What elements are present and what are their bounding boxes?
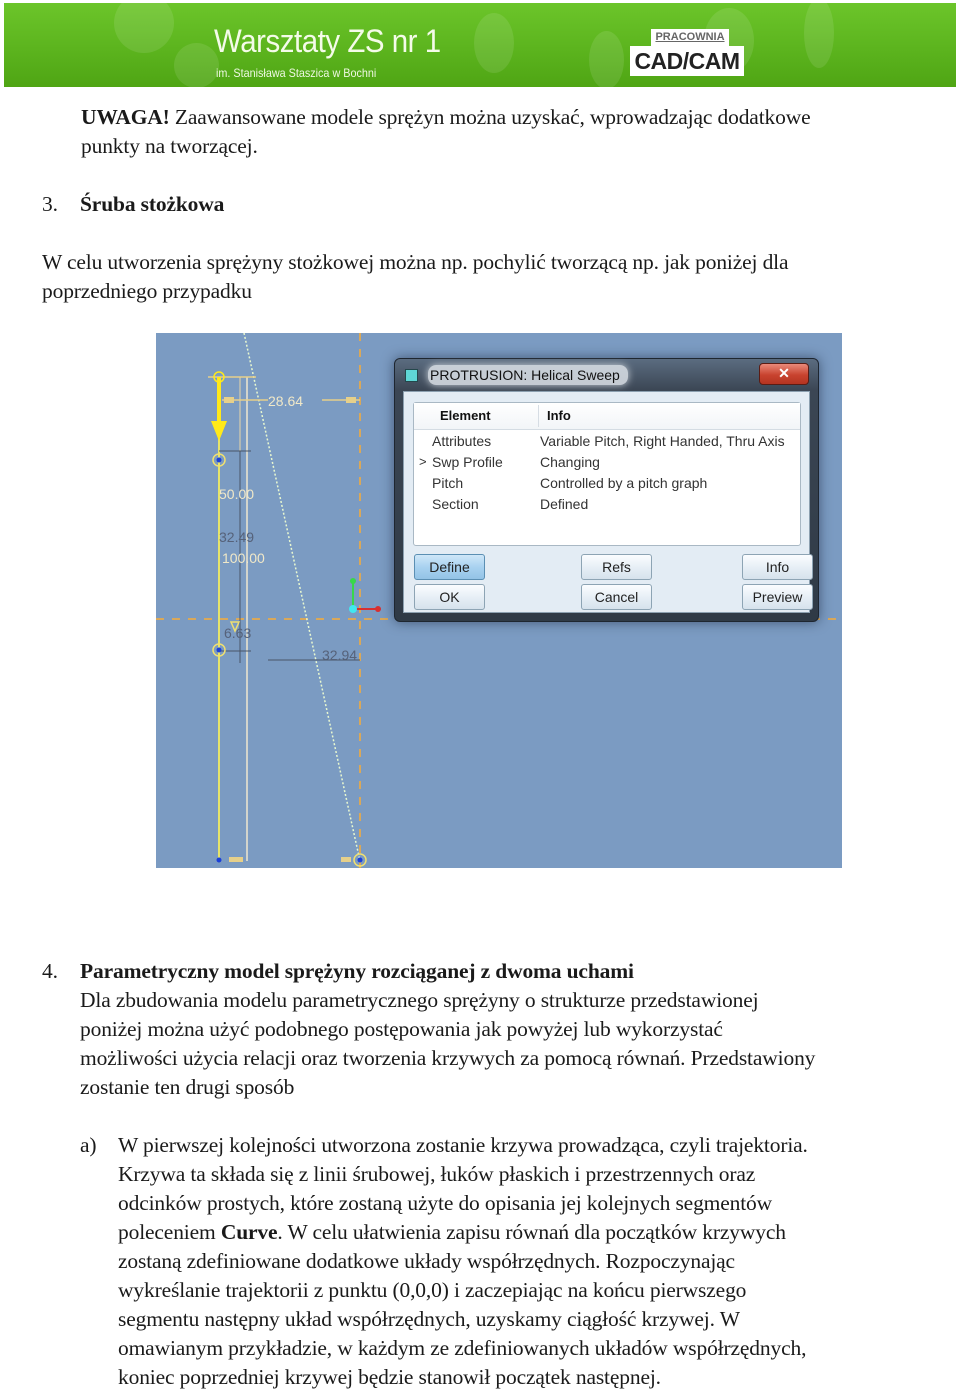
section-4-text-line: zostanie ten drugi sposób: [80, 1075, 295, 1099]
item-a-line: koniec poprzedniej krzywej będzie stanow…: [118, 1365, 661, 1389]
define-button[interactable]: Define: [414, 554, 485, 580]
decor-bubble: [114, 3, 174, 53]
dimension-100: 100.00: [222, 550, 265, 566]
item-a-line: zostaną zdefiniowane dodatkowe układy ws…: [118, 1249, 735, 1273]
lab-badge-label: PRACOWNIA: [651, 29, 729, 46]
note-label: UWAGA!: [81, 105, 170, 129]
list-row-swp-profile[interactable]: > Swp Profile Changing: [414, 453, 800, 474]
item-a-line: segmentu następny układ współrzędnych, u…: [118, 1307, 740, 1331]
row-element: Pitch: [432, 475, 464, 491]
csys-origin: [349, 605, 357, 613]
list-row-attributes[interactable]: Attributes Variable Pitch, Right Handed,…: [414, 432, 800, 453]
section-3-text-line2: poprzedniego przypadku: [42, 279, 252, 303]
list-row-pitch[interactable]: Pitch Controlled by a pitch graph: [414, 474, 800, 495]
column-header-info[interactable]: Info: [547, 408, 571, 423]
note-paragraph-line2: punkty na tworzącej.: [81, 134, 258, 158]
dimension-arrow: [346, 397, 356, 403]
refs-button[interactable]: Refs: [581, 554, 652, 580]
csys-x-tip: [375, 606, 381, 612]
window-icon: [405, 369, 418, 382]
item-a-line: omawianym przykładzie, w każdym ze zdefi…: [118, 1336, 807, 1360]
dialog-titlebar[interactable]: PROTRUSION: Helical Sweep ✕: [395, 359, 818, 389]
list-header: Element Info: [414, 403, 800, 430]
helical-sweep-dialog: PROTRUSION: Helical Sweep ✕ Element Info…: [394, 358, 819, 622]
decor-bubble: [474, 13, 514, 73]
ok-button[interactable]: OK: [414, 584, 485, 610]
list-item-marker-a: a): [80, 1133, 97, 1157]
header-banner: Warsztaty ZS nr 1 im. Stanisława Staszic…: [4, 3, 956, 87]
note-paragraph-line1: UWAGA! Zaawansowane modele sprężyn można…: [81, 103, 811, 132]
dimension-arrow: [229, 857, 243, 862]
site-subtitle: im. Stanisława Staszica w Bochni: [216, 66, 377, 80]
row-element: Section: [432, 496, 479, 512]
decor-bubble: [804, 3, 834, 68]
sketch-point-dot: [216, 857, 222, 863]
section-4-number: 4.: [42, 959, 58, 983]
column-header-element[interactable]: Element: [440, 408, 491, 423]
dialog-body: Element Info Attributes Variable Pitch, …: [403, 391, 813, 613]
row-info: Defined: [540, 496, 589, 512]
decor-bubble: [589, 31, 624, 87]
decor-bubble: [174, 43, 219, 87]
sketch-point-dot: [216, 647, 222, 653]
lab-badge-title: CAD/CAM: [630, 46, 744, 76]
section-3-text-line1: W celu utworzenia sprężyny stożkowej moż…: [42, 250, 789, 274]
section-4-text-line: Dla zbudowania modelu parametrycznego sp…: [80, 988, 759, 1012]
row-info: Controlled by a pitch graph: [540, 475, 708, 491]
item-a-text: poleceniem: [118, 1220, 221, 1244]
note-text: Zaawansowane modele sprężyn można uzyska…: [169, 105, 811, 129]
dimension-6-63: 6.63: [224, 625, 252, 641]
cancel-button[interactable]: Cancel: [581, 584, 652, 610]
generatrix-line: [243, 333, 361, 862]
section-4-text-line: poniżej można użyć podobnego postępowani…: [80, 1017, 723, 1041]
list-row-section[interactable]: Section Defined: [414, 495, 800, 516]
direction-arrow-head: [211, 421, 227, 441]
dimension-32-94: 32.94: [322, 647, 358, 663]
row-info: Variable Pitch, Right Handed, Thru Axis: [540, 433, 785, 449]
csys-y-tip: [350, 578, 356, 584]
preview-button[interactable]: Preview: [742, 584, 813, 610]
dimension-32-49: 32.49: [219, 529, 255, 545]
section-4-text-line: możliwości użycia relacji oraz tworzenia…: [80, 1046, 816, 1070]
cad-screenshot: 28.64 50.00 32.49 100.00 6.63 32.94 PROT…: [156, 333, 842, 868]
element-list: Element Info Attributes Variable Pitch, …: [413, 402, 801, 546]
sketch-point-dot: [357, 857, 363, 863]
dimension-arrow: [224, 397, 234, 403]
info-button[interactable]: Info: [742, 554, 813, 580]
item-a-text: . W celu ułatwienia zapisu równań dla po…: [277, 1220, 786, 1244]
sketch-point-dot: [216, 457, 222, 463]
item-a-line: W pierwszej kolejności utworzona zostani…: [118, 1133, 808, 1157]
section-3-heading: Śruba stożkowa: [80, 192, 225, 216]
dimension-28-64: 28.64: [268, 393, 304, 409]
close-button[interactable]: ✕: [759, 363, 809, 385]
item-a-line: Krzywa ta składa się z linii śrubowej, ł…: [118, 1162, 756, 1186]
section-3-number: 3.: [42, 192, 58, 216]
dialog-title: PROTRUSION: Helical Sweep: [428, 365, 628, 385]
item-a-line: wykreślanie trajektorii z punktu (0,0,0)…: [118, 1278, 747, 1302]
column-separator[interactable]: [538, 405, 539, 427]
dimension-arrow: [341, 857, 351, 862]
curve-command: Curve: [220, 1220, 278, 1244]
row-element: Swp Profile: [432, 454, 503, 470]
dimension-50: 50.00: [219, 486, 255, 502]
site-title: Warsztaty ZS nr 1: [214, 23, 441, 59]
current-row-marker: >: [419, 454, 427, 469]
row-info: Changing: [540, 454, 600, 470]
section-4-heading: Parametryczny model sprężyny rozciąganej…: [80, 959, 634, 983]
item-a-line: poleceniem Curve. W celu ułatwienia zapi…: [118, 1218, 786, 1247]
item-a-line: odcinków prostych, które zostaną użyte d…: [118, 1191, 773, 1215]
row-element: Attributes: [432, 433, 492, 449]
